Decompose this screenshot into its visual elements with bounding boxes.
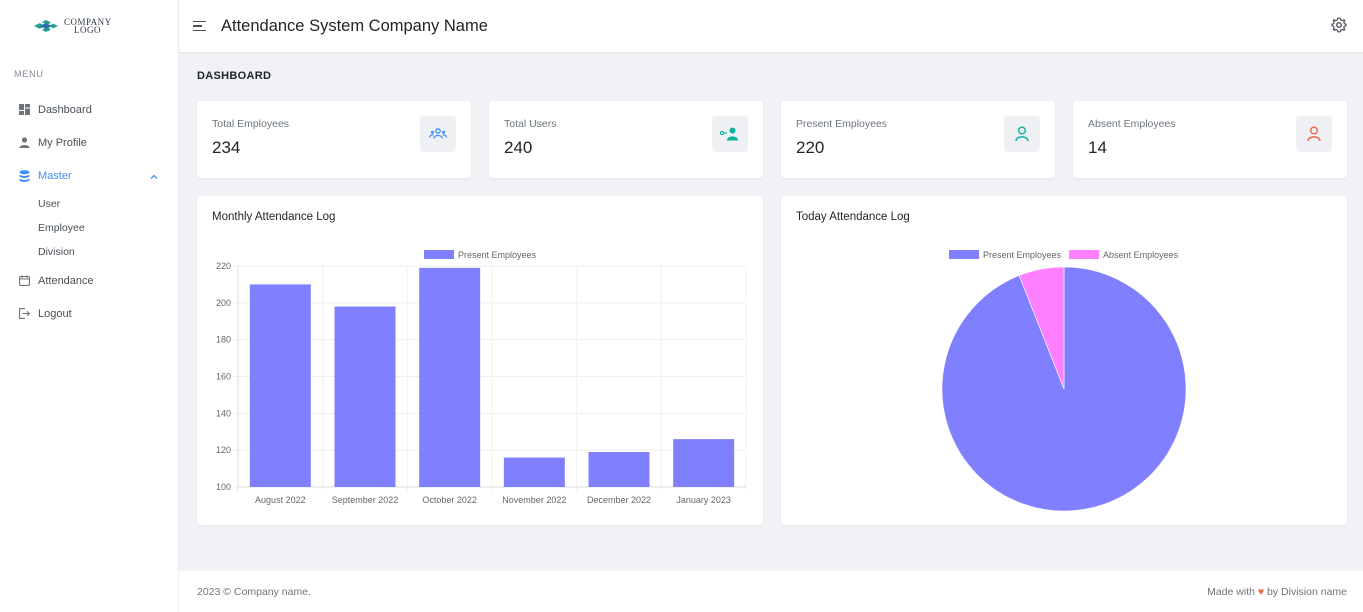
x-tick-label: August 2022 <box>255 495 306 505</box>
legend-label: Present Employees <box>983 250 1062 260</box>
sidebar-nav: Dashboard My Profile Master User Employe… <box>0 93 178 330</box>
user-icon <box>18 137 30 149</box>
stat-value: 240 <box>504 138 533 157</box>
logo-text-line2: LOGO <box>74 25 101 35</box>
chevron-up-icon[interactable] <box>150 171 158 181</box>
users-group-icon <box>420 116 456 152</box>
company-logo[interactable]: COMPANY LOGO <box>0 0 178 52</box>
topbar: Attendance System Company Name <box>179 0 1363 52</box>
bar <box>249 284 311 487</box>
y-tick-label: 100 <box>216 482 231 492</box>
footer-copyright: 2023 © Company name. <box>197 585 311 598</box>
y-tick-label: 140 <box>216 408 231 418</box>
hamburger-menu-icon[interactable] <box>193 18 207 35</box>
sidebar-subitem-division[interactable]: Division <box>0 240 178 264</box>
footer: 2023 © Company name. Made with ♥ by Divi… <box>179 571 1363 612</box>
sidebar-item-logout[interactable]: Logout <box>0 297 178 330</box>
footer-by: by Division name <box>1267 585 1347 598</box>
gear-icon[interactable] <box>1331 17 1347 33</box>
monthly-attendance-card: Monthly Attendance Log 100 120 140 160 180 20… <box>197 196 763 525</box>
master-submenu: User Employee Division <box>0 192 178 264</box>
sidebar-item-master[interactable]: Master <box>0 159 178 192</box>
stat-card-present-employees: Present Employees 220 <box>781 101 1055 178</box>
sidebar-item-label: Attendance <box>38 274 94 287</box>
logout-icon <box>18 308 30 320</box>
user-x-icon <box>1296 116 1332 152</box>
sidebar-submenu-master: User Employee Division <box>0 192 178 264</box>
legend-label: Present Employees <box>458 250 537 260</box>
sidebar-item-label: Dashboard <box>38 103 92 116</box>
x-tick-label: September 2022 <box>332 495 399 505</box>
x-tick-label: December 2022 <box>587 495 651 505</box>
dashboard-icon <box>18 104 30 116</box>
sidebar-item-label: Logout <box>38 307 72 320</box>
sidebar: COMPANY LOGO MENU Dashboard My Profile M… <box>0 0 179 612</box>
stat-value: 220 <box>796 138 825 157</box>
sidebar-item-label: Master <box>38 169 72 182</box>
stat-label: Total Employees <box>212 118 290 130</box>
sidebar-item-dashboard[interactable]: Dashboard <box>0 93 178 126</box>
legend-swatch <box>424 250 454 259</box>
logo-mark-icon <box>34 20 58 32</box>
y-tick-label: 160 <box>216 372 231 382</box>
sidebar-item-label: My Profile <box>38 136 87 149</box>
stat-card-total-employees: Total Employees 234 <box>197 101 471 178</box>
today-attendance-card: Today Attendance Log Present Employees Ab… <box>781 196 1347 525</box>
x-tick-label: January 2023 <box>676 495 731 505</box>
stat-label: Present Employees <box>796 118 888 130</box>
database-icon <box>18 169 30 182</box>
legend-swatch <box>1069 250 1100 259</box>
x-tick-label: October 2022 <box>422 495 477 505</box>
legend-label: Absent Employees <box>1103 250 1179 260</box>
menu-title: MENU <box>14 69 44 79</box>
footer-made-with: Made with <box>1207 585 1255 598</box>
stat-label: Absent Employees <box>1088 118 1176 130</box>
bar <box>673 439 735 487</box>
user-check-icon <box>1004 116 1040 152</box>
sidebar-item-my-profile[interactable]: My Profile <box>0 126 178 159</box>
x-tick-label: November 2022 <box>502 495 566 505</box>
heart-icon: ♥ <box>1257 585 1265 598</box>
sidebar-subitem-employee[interactable]: Employee <box>0 216 178 240</box>
stat-value: 14 <box>1088 138 1107 157</box>
sidebar-subitem-user[interactable]: User <box>0 192 178 216</box>
app-title: Attendance System Company Name <box>221 16 488 35</box>
footer-credit: Made with ♥ by Division name <box>1207 586 1347 598</box>
legend-swatch <box>949 250 979 259</box>
monthly-attendance-bar-chart: 100 120 140 160 180 200 220 August 2022 Septembe… <box>216 250 747 505</box>
y-tick-label: 200 <box>216 298 231 308</box>
bar <box>334 306 396 487</box>
today-attendance-pie-chart: Present Employees Absent Employees <box>941 250 1187 512</box>
y-tick-label: 220 <box>216 261 231 271</box>
bar <box>503 457 565 487</box>
stat-value: 234 <box>212 138 241 157</box>
bar <box>419 267 481 487</box>
stat-label: Total Users <box>504 118 557 130</box>
logo-text: COMPANY LOGO <box>64 18 112 35</box>
y-tick-label: 180 <box>216 335 231 345</box>
bar <box>588 452 650 487</box>
calendar-icon <box>18 275 30 287</box>
stat-card-absent-employees: Absent Employees 14 <box>1073 101 1347 178</box>
user-share-icon <box>712 116 748 152</box>
sidebar-item-attendance[interactable]: Attendance <box>0 264 178 297</box>
page-title: DASHBOARD <box>197 70 272 82</box>
stat-card-total-users: Total Users 240 <box>489 101 763 178</box>
y-tick-label: 120 <box>216 445 231 455</box>
